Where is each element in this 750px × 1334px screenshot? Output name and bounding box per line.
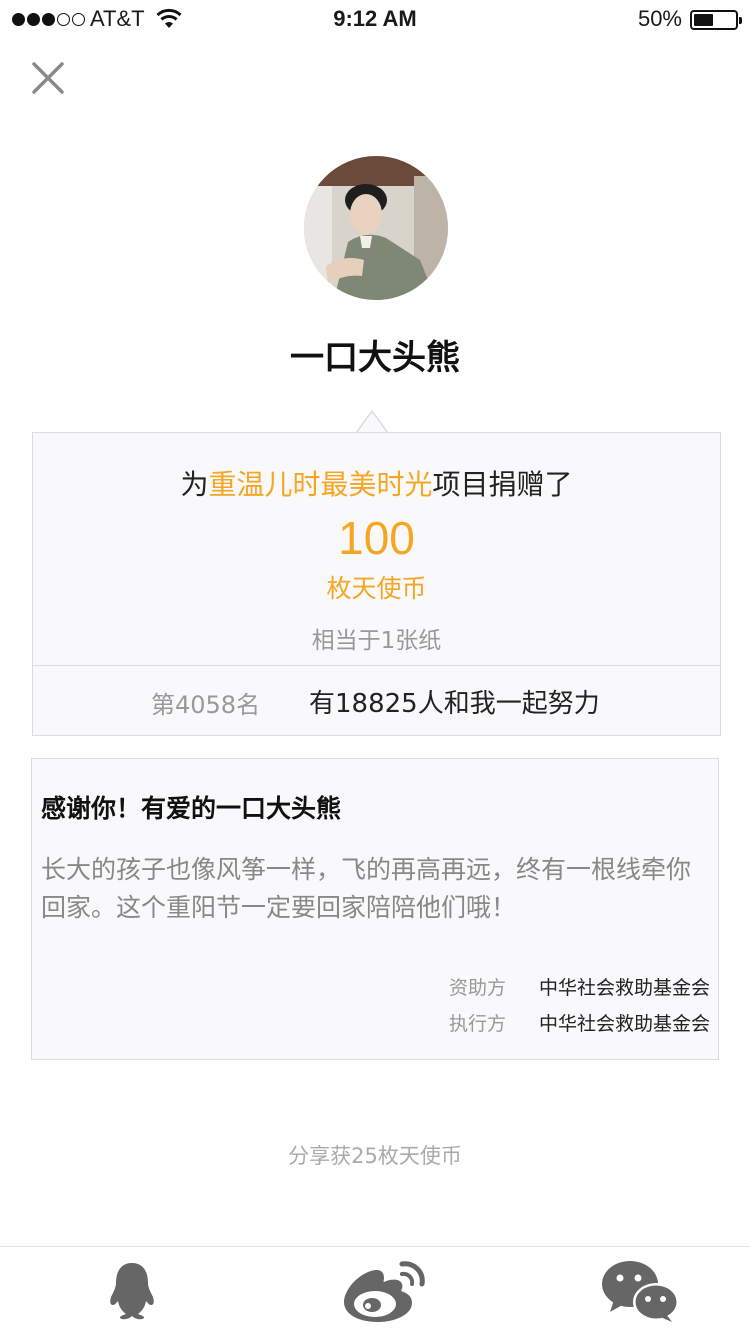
qq-icon <box>110 1263 154 1320</box>
executor-label: 执行方 <box>448 1013 506 1035</box>
sponsor-row: 资助方 中华社会救助基金会 <box>449 973 710 1000</box>
donation-suffix: 项目捐赠了 <box>432 468 573 501</box>
currency-unit: 枚天使币 <box>326 574 427 603</box>
weibo-icon <box>344 1261 425 1322</box>
username: 一口大头熊 <box>290 338 460 378</box>
donation-card: 为重温儿时最美时光项目捐赠了 100 枚天使币 相当于1张纸 第4058名 有1… <box>32 432 721 736</box>
status-bar: AT&T 9:12 AM 50% <box>0 0 750 40</box>
card-divider <box>33 665 720 666</box>
share-hint: 分享获25枚天使币 <box>288 1144 462 1168</box>
donation-amount: 100 <box>338 512 415 564</box>
executor-row: 执行方 中华社会救助基金会 <box>449 1009 710 1036</box>
donation-prefix: 为 <box>180 468 209 501</box>
share-qq-button[interactable] <box>82 1247 182 1334</box>
share-weibo-button[interactable] <box>330 1247 440 1334</box>
thanks-title: 感谢你！有爱的一口大头熊 <box>41 794 342 823</box>
rank-label: 第4058名 <box>151 691 261 719</box>
wechat-icon <box>602 1261 679 1322</box>
donation-statement: 为重温儿时最美时光项目捐赠了 <box>33 463 720 503</box>
thanks-message: 长大的孩子也像风筝一样，飞的再高再远，终有一根线牵你回家。这个重阳节一定要回家陪… <box>41 855 692 922</box>
thanks-card: 感谢你！有爱的一口大头熊 长大的孩子也像风筝一样，飞的再高再远，终有一根线牵你回… <box>31 758 719 1060</box>
project-link[interactable]: 重温儿时最美时光 <box>208 468 432 501</box>
card-pointer <box>356 410 388 434</box>
sponsor-label: 资助方 <box>448 977 506 999</box>
close-icon <box>32 62 64 94</box>
close-button[interactable] <box>28 58 68 98</box>
avatar <box>304 156 448 300</box>
share-wechat-button[interactable] <box>590 1247 690 1334</box>
battery-percentage: 50% <box>637 6 682 31</box>
participants-text: 有18825人和我一起努力 <box>309 689 600 719</box>
equivalent-text: 相当于1张纸 <box>311 628 442 654</box>
sponsor-name: 中华社会救助基金会 <box>538 977 710 999</box>
battery-icon <box>690 10 742 30</box>
executor-name: 中华社会救助基金会 <box>538 1013 710 1035</box>
share-bar <box>0 1246 750 1334</box>
